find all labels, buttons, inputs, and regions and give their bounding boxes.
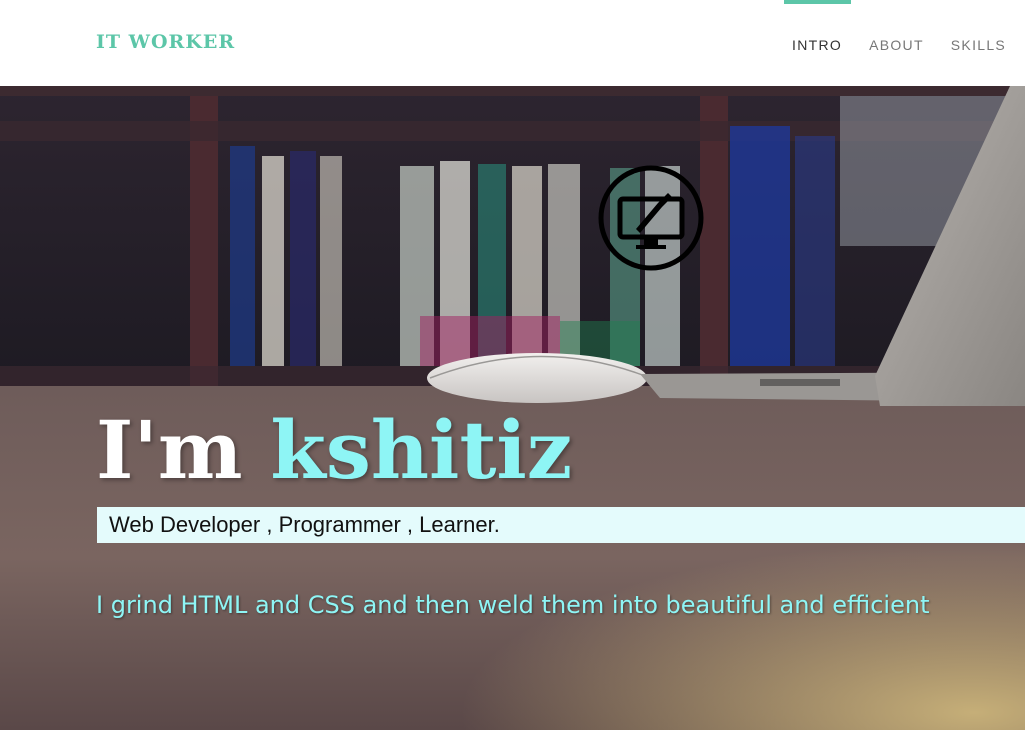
brand-logo[interactable]: IT WORKER [96,31,235,53]
nav-item-intro[interactable]: INTRO [783,0,852,86]
nav-item-about[interactable]: ABOUT [869,0,924,86]
hero-tagline: I grind HTML and CSS and then weld them … [96,591,930,619]
monitor-paintbrush-icon [598,165,704,271]
hero-headline: I'm kshitiz [96,402,572,498]
headline-name: kshitiz [270,403,573,497]
navbar: IT WORKER INTRO ABOUT SKILLS M [0,0,1025,86]
nav-item-skills[interactable]: SKILLS [951,0,1006,86]
nav-menu: INTRO ABOUT SKILLS M [783,0,1025,86]
headline-prefix: I'm [96,403,271,497]
hero-section: I'm kshitiz Web Developer , Programmer ,… [0,86,1025,730]
roles-banner: Web Developer , Programmer , Learner. [97,507,1025,543]
